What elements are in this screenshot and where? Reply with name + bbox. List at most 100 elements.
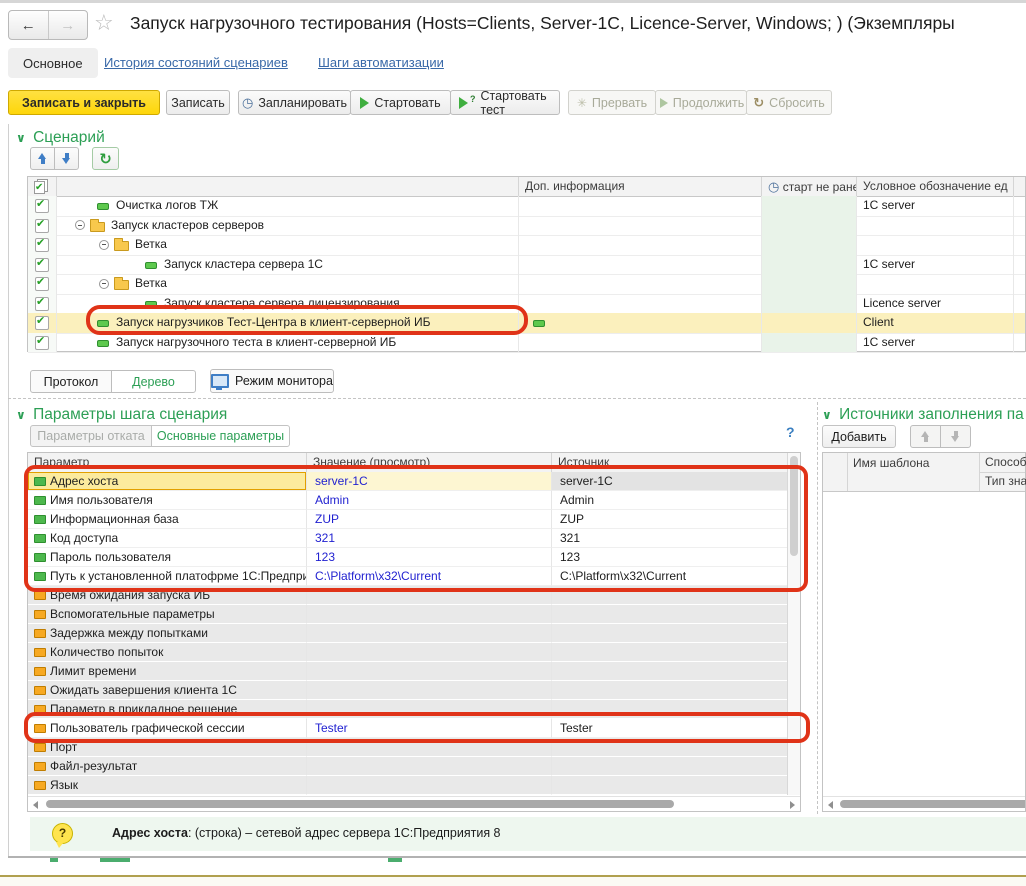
checkbox-checked-icon[interactable] <box>35 336 49 350</box>
start-button[interactable]: Стартовать <box>350 90 451 115</box>
param-source-cell[interactable] <box>551 757 789 776</box>
row-designation-cell[interactable]: 1C server <box>856 255 1013 275</box>
row-extra-info-cell[interactable] <box>518 294 761 314</box>
row-start-not-before-cell[interactable] <box>761 196 856 216</box>
horizontal-separator[interactable] <box>8 398 1026 399</box>
checkbox-checked-icon[interactable] <box>35 258 49 272</box>
row-extra-info-cell[interactable] <box>518 274 761 294</box>
row-start-not-before-cell[interactable] <box>761 294 856 314</box>
check-all-header-cell[interactable]: ✔ <box>28 177 56 196</box>
sources-hscroll-thumb[interactable] <box>840 800 1025 808</box>
param-value-cell[interactable] <box>306 757 551 776</box>
sources-section-header[interactable]: ∨ Источники заполнения па <box>822 406 1026 424</box>
source-move-down-button[interactable] <box>940 425 971 448</box>
add-source-button[interactable]: Добавить <box>822 425 896 448</box>
row-start-not-before-cell[interactable] <box>761 255 856 275</box>
back-button[interactable]: ← <box>9 11 49 39</box>
param-source-cell[interactable] <box>551 624 789 643</box>
refresh-button[interactable]: ↻ <box>92 147 119 170</box>
row-extra-info-cell[interactable] <box>518 255 761 275</box>
row-check-cell[interactable] <box>28 196 56 216</box>
scroll-left-icon[interactable] <box>828 801 833 809</box>
row-extra-info-cell[interactable] <box>518 333 761 353</box>
scenario-tree-row[interactable]: Запуск нагрузочного теста в клиент-серве… <box>28 333 1025 354</box>
row-designation-cell[interactable] <box>856 235 1013 255</box>
schedule-button[interactable]: ◷Запланировать <box>238 90 351 115</box>
param-name-cell[interactable]: Лимит времени <box>28 662 306 681</box>
view-tab-protocol[interactable]: Протокол <box>30 370 112 393</box>
row-designation-cell[interactable]: Licence server <box>856 294 1013 314</box>
checkbox-checked-icon[interactable] <box>35 219 49 233</box>
start-test-button[interactable]: ?Стартовать тест <box>450 90 560 115</box>
row-designation-cell[interactable]: 1C server <box>856 196 1013 216</box>
param-name-cell[interactable]: Задержка между попытками <box>28 624 306 643</box>
param-value-cell[interactable] <box>306 605 551 624</box>
param-source-cell[interactable] <box>551 605 789 624</box>
save-and-close-button[interactable]: Записать и закрыть <box>8 90 160 115</box>
checkbox-checked-icon[interactable] <box>35 238 49 252</box>
param-source-cell[interactable] <box>551 662 789 681</box>
move-down-button[interactable] <box>54 147 79 170</box>
row-check-cell[interactable] <box>28 274 56 294</box>
tab-main[interactable]: Основное <box>8 48 98 78</box>
row-designation-cell[interactable]: Client <box>856 313 1013 333</box>
row-check-cell[interactable] <box>28 313 56 333</box>
param-value-cell[interactable] <box>306 776 551 795</box>
params-hscroll-thumb[interactable] <box>46 800 674 808</box>
reset-button[interactable]: ↻Сбросить <box>746 90 832 115</box>
row-check-cell[interactable] <box>28 216 56 236</box>
params-help-link[interactable]: ? <box>786 424 795 440</box>
tab-scenario-state-history[interactable]: История состояний сценариев <box>104 55 288 70</box>
row-start-not-before-cell[interactable] <box>761 333 856 353</box>
monitor-mode-button[interactable]: Режим монитора <box>210 369 334 393</box>
param-row[interactable]: Количество попыток <box>28 643 789 662</box>
param-name-cell[interactable]: Файл-результат <box>28 757 306 776</box>
row-cutoff-cell[interactable] <box>1013 274 1025 294</box>
scenario-tree-row[interactable]: Ветка <box>28 274 1025 295</box>
source-move-up-button[interactable] <box>910 425 941 448</box>
row-designation-cell[interactable] <box>856 274 1013 294</box>
favorite-star-icon[interactable]: ☆ <box>94 10 114 36</box>
row-tree-cell[interactable]: Запуск нагрузочного теста в клиент-серве… <box>56 333 518 353</box>
row-check-cell[interactable] <box>28 333 56 353</box>
tab-rollback-params[interactable]: Параметры отката <box>30 425 152 447</box>
checkbox-checked-icon[interactable] <box>35 277 49 291</box>
row-check-cell[interactable] <box>28 255 56 275</box>
scenario-section-header[interactable]: ∨ Сценарий <box>16 129 105 147</box>
checkbox-checked-icon[interactable] <box>35 316 49 330</box>
param-name-cell[interactable]: Количество попыток <box>28 643 306 662</box>
param-source-cell[interactable] <box>551 776 789 795</box>
sources-horizontal-scrollbar[interactable] <box>823 796 1025 811</box>
scenario-tree-row[interactable]: Очистка логов ТЖ 1C server <box>28 196 1025 217</box>
collapse-minus-icon[interactable] <box>99 240 109 250</box>
param-name-cell[interactable]: Язык <box>28 776 306 795</box>
row-extra-info-cell[interactable] <box>518 313 761 333</box>
row-tree-cell[interactable]: Очистка логов ТЖ <box>56 196 518 216</box>
param-row[interactable]: Ожидать завершения клиента 1С <box>28 681 789 700</box>
step-params-section-header[interactable]: ∨ Параметры шага сценария <box>16 406 227 424</box>
param-name-cell[interactable]: Ожидать завершения клиента 1С <box>28 681 306 700</box>
move-up-button[interactable] <box>30 147 55 170</box>
collapse-minus-icon[interactable] <box>99 279 109 289</box>
scenario-tree-row[interactable]: Запуск кластера сервера 1С1C server <box>28 255 1025 276</box>
row-check-cell[interactable] <box>28 294 56 314</box>
tab-automation-steps[interactable]: Шаги автоматизации <box>318 55 444 70</box>
row-cutoff-cell[interactable] <box>1013 255 1025 275</box>
row-start-not-before-cell[interactable] <box>761 216 856 236</box>
param-row[interactable]: Вспомогательные параметры <box>28 605 789 624</box>
row-cutoff-cell[interactable] <box>1013 196 1025 216</box>
forward-button[interactable]: → <box>49 11 88 39</box>
param-value-cell[interactable] <box>306 681 551 700</box>
row-tree-cell[interactable]: Запуск кластеров серверов <box>56 216 518 236</box>
params-horizontal-scrollbar[interactable] <box>28 796 800 811</box>
param-value-cell[interactable] <box>306 624 551 643</box>
row-check-cell[interactable] <box>28 235 56 255</box>
view-tab-tree[interactable]: Дерево <box>111 370 196 393</box>
checkbox-checked-icon[interactable] <box>35 199 49 213</box>
row-extra-info-cell[interactable] <box>518 196 761 216</box>
row-cutoff-cell[interactable] <box>1013 333 1025 353</box>
vertical-separator[interactable] <box>817 402 818 814</box>
row-tree-cell[interactable]: Ветка <box>56 274 518 294</box>
checkbox-checked-icon[interactable] <box>35 297 49 311</box>
row-designation-cell[interactable] <box>856 216 1013 236</box>
